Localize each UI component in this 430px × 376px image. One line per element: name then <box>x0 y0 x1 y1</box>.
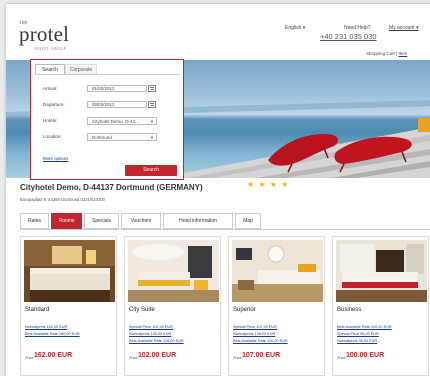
chevron-down-icon: ▼ <box>150 135 154 140</box>
search-button[interactable]: Search <box>125 165 177 176</box>
room-photo-graphic <box>128 240 219 302</box>
price-label: Price <box>25 356 34 360</box>
rate-link[interactable]: Normalpreis 162,00 EUR <box>25 325 67 329</box>
more-options-link[interactable]: More options <box>43 156 68 161</box>
tab-specials[interactable]: Specials <box>84 213 119 229</box>
tab-corporate[interactable]: Corporate <box>65 64 97 74</box>
departure-label: Departure: <box>43 102 65 107</box>
room-photo-graphic <box>24 240 115 302</box>
room-photo[interactable] <box>232 240 323 302</box>
header: THE protel HOTEL GROUP English ▾ Need He… <box>6 4 430 60</box>
need-help-label: Need Help? <box>344 25 371 31</box>
tab-hotel-information[interactable]: Hotel information <box>163 213 233 229</box>
page: THE protel HOTEL GROUP English ▾ Need He… <box>6 4 430 376</box>
room-name: Business <box>337 307 362 313</box>
my-account-link[interactable]: My account ▾ <box>389 25 418 31</box>
room-card[interactable]: Business Best Available Rate 100,00 EUR … <box>332 236 429 376</box>
calendar-icon[interactable] <box>148 85 156 92</box>
rate-link[interactable]: Best Available Rate 180,00 EUR <box>25 332 80 336</box>
rate-link[interactable]: Normalpreis 95,00 EUR <box>337 339 377 343</box>
logo-subtitle: HOTEL GROUP <box>35 47 67 51</box>
departure-date-input[interactable]: 02/02/2012 <box>87 101 147 108</box>
room-name: Superior <box>233 307 256 313</box>
rate-link[interactable]: Best Available Rate 120,00 EUR <box>233 339 288 343</box>
price-label: Price <box>129 356 138 360</box>
room-name: City Suite <box>129 307 155 313</box>
tab-vouchers[interactable]: Vouchers <box>121 213 161 229</box>
tab-search[interactable]: Search <box>35 64 65 74</box>
rate-link[interactable]: Best Available Rate 125,00 EUR <box>129 339 184 343</box>
location-label: Location: <box>43 134 62 139</box>
room-price: 162.00 EUR <box>34 352 73 359</box>
shopping-cart[interactable]: Shopping Cart | Item <box>366 51 407 56</box>
star-rating: ★ ★ ★ ★ <box>247 180 290 189</box>
language-selector[interactable]: English ▾ <box>285 25 305 31</box>
room-price: 102.00 EUR <box>138 352 177 359</box>
room-photo[interactable] <box>336 240 427 302</box>
hotels-select-value: Cityhotel Demo, D-44… <box>92 119 140 124</box>
room-price: 107.00 EUR <box>242 352 281 359</box>
location-select-value: Dortmund <box>92 135 112 140</box>
room-price: 100.00 EUR <box>346 352 385 359</box>
rate-link[interactable]: Special Price 85,00 EUR <box>337 332 379 336</box>
room-name: Standard <box>25 307 50 313</box>
chevron-down-icon: ▼ <box>150 119 154 124</box>
tab-rates[interactable]: Rates <box>20 213 49 229</box>
tab-map[interactable]: Map <box>235 213 261 229</box>
logo[interactable]: protel <box>19 24 69 45</box>
tab-divider <box>35 74 180 75</box>
room-photo[interactable] <box>24 240 115 302</box>
arrival-label: Arrival: <box>43 86 58 91</box>
location-select[interactable]: Dortmund ▼ <box>87 133 157 141</box>
calendar-icon[interactable] <box>148 101 156 108</box>
price-label: Price <box>337 356 346 360</box>
tab-rooms[interactable]: Rooms <box>51 213 82 229</box>
room-card[interactable]: City Suite Special Price 102,00 EUR Norm… <box>124 236 221 376</box>
hotels-label: Hotels: <box>43 118 58 123</box>
room-card[interactable]: Standard Normalpreis 162,00 EUR Best Ava… <box>20 236 117 376</box>
hotel-tabs: Rates Rooms Specials Vouchers Hotel info… <box>20 213 430 229</box>
room-photo-graphic <box>232 240 323 302</box>
rate-link[interactable]: Special Price 107,00 EUR <box>233 325 277 329</box>
arrival-date-input[interactable]: 01/02/2012 <box>87 85 147 92</box>
hotels-select[interactable]: Cityhotel Demo, D-44… ▼ <box>87 117 157 125</box>
cart-item-link[interactable]: Item <box>398 51 407 56</box>
price-label: Price <box>233 356 242 360</box>
room-card[interactable]: Superior Special Price 107,00 EUR Normal… <box>228 236 325 376</box>
hotel-title: Cityhotel Demo, D-44137 Dortmund (GERMAN… <box>20 183 203 192</box>
room-photo-graphic <box>336 240 427 302</box>
rate-link[interactable]: Best Available Rate 100,00 EUR <box>337 325 392 329</box>
cart-label: Shopping Cart <box>366 51 395 56</box>
rate-link[interactable]: Normalpreis 135,00 EUR <box>129 332 171 336</box>
tabs-divider <box>20 229 430 230</box>
search-panel: Search Corporate Arrival: 01/02/2012 Dep… <box>30 59 184 180</box>
rate-link[interactable]: Normalpreis 138,00 EUR <box>233 332 275 336</box>
phone-number[interactable]: +40 231 035 030 <box>320 32 377 41</box>
hotel-address: Europaplatz 8, 44269 Dortmund 0231/51030… <box>20 197 105 202</box>
rate-link[interactable]: Special Price 102,00 EUR <box>129 325 173 329</box>
room-photo[interactable] <box>128 240 219 302</box>
